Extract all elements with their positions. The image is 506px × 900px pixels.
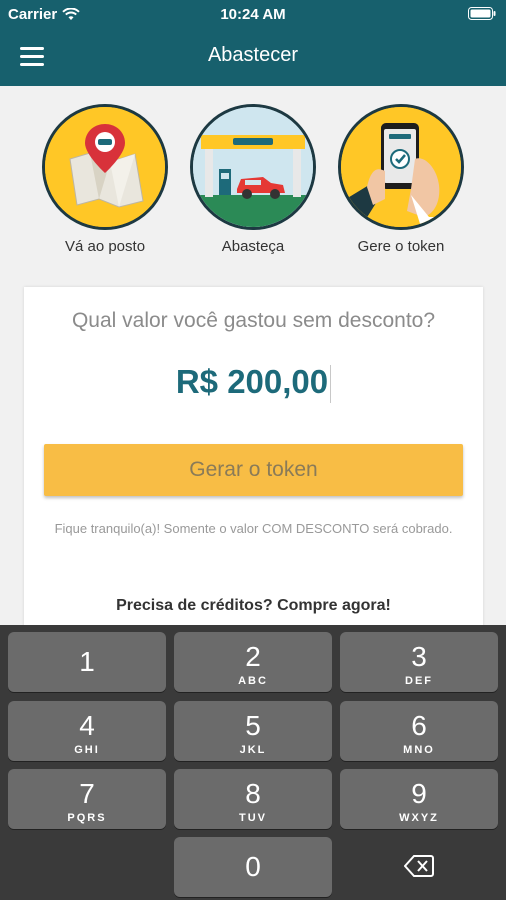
steps: Vá ao posto Abasteça Gere o token xyxy=(0,104,506,264)
numeric-keypad: 1 2 ABC 3 DEF 4 GHI 5 JKL 6 MNO 7 PQRS 8 TUV 9 W… xyxy=(0,625,506,900)
amount-field[interactable]: R$ 200,00 xyxy=(24,363,483,404)
key-1[interactable]: 1 xyxy=(8,632,166,692)
step-go-to-station: Vá ao posto xyxy=(37,104,173,255)
key-digit: 4 xyxy=(79,710,95,741)
key-7[interactable]: 7 PQRS xyxy=(8,769,166,829)
amount-question: Qual valor você gastou sem desconto? xyxy=(71,309,436,332)
key-letters: GHI xyxy=(74,744,100,756)
step-label: Abasteça xyxy=(221,238,285,255)
step-label: Gere o token xyxy=(357,238,445,255)
key-digit: 8 xyxy=(245,778,261,809)
buy-credits-link[interactable]: Precisa de créditos? Compre agora! xyxy=(24,597,483,615)
discount-note: Fique tranquilo(a)! Somente o valor COM … xyxy=(54,521,453,536)
key-digit: 1 xyxy=(79,646,95,677)
key-6[interactable]: 6 MNO xyxy=(340,701,498,761)
key-digit: 2 xyxy=(245,641,261,672)
generate-token-button[interactable]: Gerar o token xyxy=(44,444,463,496)
phone-token-icon xyxy=(338,104,464,230)
key-3[interactable]: 3 DEF xyxy=(340,632,498,692)
key-letters: WXYZ xyxy=(399,812,439,824)
delete-key[interactable] xyxy=(340,837,498,897)
key-8[interactable]: 8 TUV xyxy=(174,769,332,829)
key-letters: JKL xyxy=(239,744,267,756)
amount-value: R$ 200,00 xyxy=(175,363,329,400)
key-digit: 9 xyxy=(411,778,427,809)
key-9[interactable]: 9 WXYZ xyxy=(340,769,498,829)
key-digit: 6 xyxy=(411,710,427,741)
key-letters: TUV xyxy=(239,812,267,824)
key-2[interactable]: 2 ABC xyxy=(174,632,332,692)
backspace-icon xyxy=(403,855,434,877)
text-caret xyxy=(330,365,332,404)
key-letters: MNO xyxy=(403,744,435,756)
key-letters: ABC xyxy=(238,675,268,687)
gas-station-icon xyxy=(190,104,316,230)
step-generate-token: Gere o token xyxy=(333,104,469,255)
key-4[interactable]: 4 GHI xyxy=(8,701,166,761)
clock: 10:24 AM xyxy=(220,6,286,23)
page-title: Abastecer xyxy=(207,44,299,66)
screen: Carrier 10:24 AM Abastecer Vá ao posto A… xyxy=(0,0,506,900)
key-letters: DEF xyxy=(405,675,433,687)
step-label: Vá ao posto xyxy=(64,238,146,255)
step-refuel: Abasteça xyxy=(185,104,321,255)
amount-card: Qual valor você gastou sem desconto? R$ … xyxy=(24,287,483,647)
status-bar: Carrier 10:24 AM xyxy=(0,0,506,28)
nav-bar: Abastecer xyxy=(0,28,506,86)
battery-icon xyxy=(468,7,496,24)
key-digit: 3 xyxy=(411,641,427,672)
key-digit: 5 xyxy=(245,710,261,741)
key-digit: 0 xyxy=(245,851,261,882)
key-5[interactable]: 5 JKL xyxy=(174,701,332,761)
key-letters: PQRS xyxy=(67,812,107,824)
map-pin-icon xyxy=(42,104,168,230)
key-digit: 7 xyxy=(79,778,95,809)
key-0[interactable]: 0 xyxy=(174,837,332,897)
